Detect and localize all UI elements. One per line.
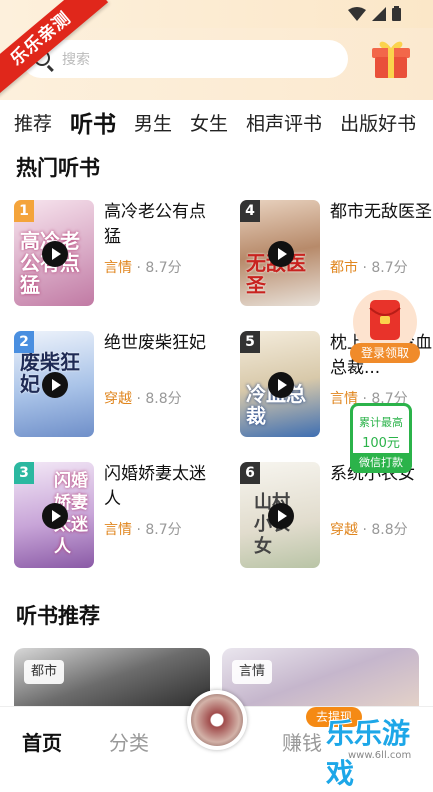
play-icon[interactable] [268,372,294,398]
book-cover: 废柴狂妃 2 [14,331,94,437]
play-icon[interactable] [42,241,68,267]
book-meta: 穿越 · 8.8分 [330,522,408,538]
rank-badge: 4 [240,200,260,222]
play-icon[interactable] [42,503,68,529]
tab-audiobook[interactable]: 听书 [70,105,116,139]
reward-amount: 100元 [362,436,400,451]
section-title-hot: 热门听书 [16,156,100,180]
book-cover: 山村小农女 6 [240,462,320,568]
recommend-card[interactable]: 言情 [222,648,419,708]
rank-badge: 2 [14,331,34,353]
book-title: 闪婚娇妻太迷人 [104,464,206,509]
nav-home[interactable]: 首页 [22,727,62,756]
genre-tag: 言情 [104,260,132,276]
book-card[interactable]: 废柴狂妃 2 绝世废柴狂妃 穿越 · 8.8分 [14,331,224,441]
book-meta: 言情 · 8.7分 [104,522,182,538]
book-card[interactable]: 高冷老公有点猛 1 高冷老公有点猛 言情 · 8.7分 [14,200,224,310]
watermark-url: www.6ll.com [348,750,412,761]
rank-badge: 6 [240,462,260,484]
tab-male[interactable]: 男生 [134,109,172,136]
login-reward-button[interactable]: 登录领取 [350,343,420,363]
book-title: 都市无敌医圣 [330,202,432,222]
signal-icon [372,6,386,21]
book-title: 高冷老公有点猛 [104,202,206,247]
book-cover: 无敌医圣 4 [240,200,320,306]
score: 8.7分 [145,260,182,276]
play-icon[interactable] [42,372,68,398]
genre-tag: 穿越 [330,522,358,538]
wechat-reward-widget[interactable]: 累计最高 100元 微信打款 [350,403,412,473]
search-bar[interactable]: 搜索 [22,40,348,78]
tab-published[interactable]: 出版好书 [340,109,416,136]
book-cover: 闪婚娇妻太迷人 3 [14,462,94,568]
genre-tag: 言情 [104,522,132,538]
book-cover: 高冷老公有点猛 1 [14,200,94,306]
genre-tag: 都市 [330,260,358,276]
play-icon[interactable] [268,503,294,529]
wechat-payout-button[interactable]: 微信打款 [350,453,412,473]
search-hint: 搜索 [62,52,90,68]
category-tabs: 推荐 听书 男生 女生 相声评书 出版好书 [0,100,433,144]
genre-tag: 都市 [24,660,65,684]
tab-recommend[interactable]: 推荐 [14,109,52,136]
section-title-recommend: 听书推荐 [16,604,100,628]
score: 8.8分 [371,522,408,538]
reward-caption: 累计最高 [359,416,403,429]
book-meta: 穿越 · 8.8分 [104,391,182,407]
recommend-card[interactable]: 都市 [14,648,210,708]
score: 8.7分 [371,260,408,276]
rank-badge: 5 [240,331,260,353]
genre-tag: 穿越 [104,391,132,407]
wifi-icon [348,6,366,21]
nav-category[interactable]: 分类 [109,727,149,756]
book-title: 绝世废柴狂妃 [104,333,206,353]
rank-badge: 3 [14,462,34,484]
now-playing-button[interactable] [187,690,247,750]
tab-female[interactable]: 女生 [190,109,228,136]
book-card[interactable]: 山村小农女 6 系统小农女 穿越 · 8.8分 [240,462,433,572]
rank-badge: 1 [14,200,34,222]
score: 8.7分 [145,522,182,538]
book-cover: 冷血总裁 5 [240,331,320,437]
play-icon[interactable] [268,241,294,267]
book-meta: 言情 · 8.7分 [104,260,182,276]
nav-earn[interactable]: 赚钱 [282,727,322,756]
book-card[interactable]: 闪婚娇妻太迷人 3 闪婚娇妻太迷人 言情 · 8.7分 [14,462,224,572]
gift-icon[interactable] [368,34,414,80]
book-meta: 都市 · 8.7分 [330,260,408,276]
genre-tag: 言情 [232,660,273,684]
disc-icon [191,694,243,746]
tab-crosstalk[interactable]: 相声评书 [246,109,322,136]
header: 搜索 [0,28,433,100]
battery-icon [392,6,401,21]
score: 8.8分 [145,391,182,407]
